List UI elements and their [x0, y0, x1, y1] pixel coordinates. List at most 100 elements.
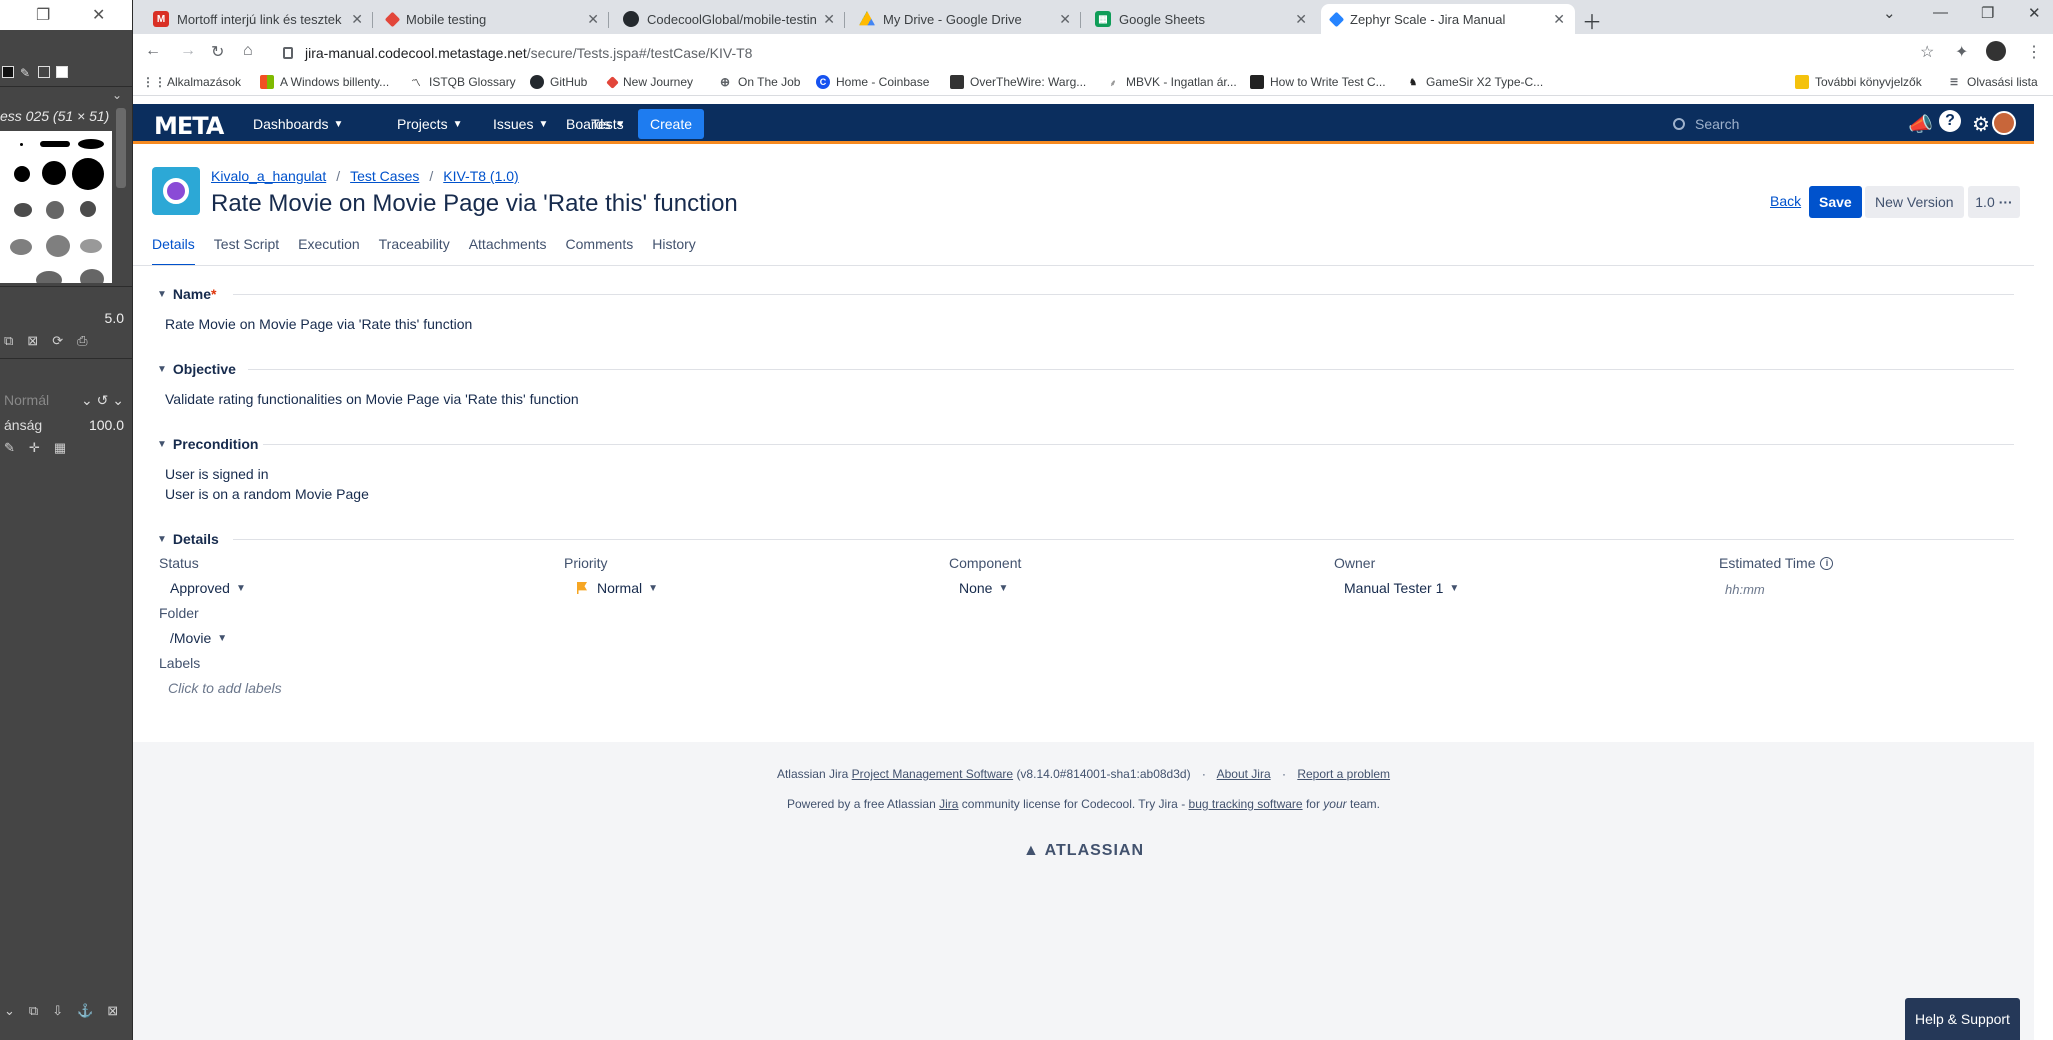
spacing-row[interactable]: 5.0: [0, 308, 128, 328]
owner-select[interactable]: Manual Tester 1 ▼: [1344, 580, 1459, 596]
section-details-toggle[interactable]: ▼ Details: [157, 531, 219, 547]
spacing-value[interactable]: 5.0: [105, 310, 124, 326]
other-bookmarks[interactable]: További könyvjelzők: [1795, 75, 1922, 89]
close-icon[interactable]: ✕: [587, 11, 599, 28]
restore-icon[interactable]: ❐: [1981, 4, 1994, 22]
folder-select[interactable]: /Movie ▼: [170, 630, 227, 646]
lock-icon[interactable]: [283, 47, 293, 59]
back-link[interactable]: Back: [1770, 193, 1801, 209]
precondition-line[interactable]: User is on a random Movie Page: [165, 486, 369, 502]
priority-select[interactable]: Normal ▼: [577, 580, 658, 596]
chevron-down-icon[interactable]: ⌄ ↺ ⌄: [81, 392, 124, 409]
close-icon[interactable]: ✕: [92, 5, 105, 25]
objective-field[interactable]: Validate rating functionalities on Movie…: [165, 391, 579, 407]
lock-alpha-icon[interactable]: ▦: [54, 440, 66, 458]
background-color-swatch[interactable]: [56, 66, 68, 78]
tab-gmail[interactable]: M Mortoff interjú link és tesztek - c ✕: [143, 4, 373, 34]
section-objective-toggle[interactable]: ▼ Objective: [157, 361, 236, 377]
tab-comments[interactable]: Comments: [566, 236, 634, 266]
tab-execution[interactable]: Execution: [298, 236, 359, 266]
lock-pixels-icon[interactable]: ✎: [4, 440, 15, 458]
extensions-icon[interactable]: ✦: [1955, 42, 1968, 62]
merge-icon[interactable]: ⇩: [52, 1003, 63, 1021]
atlassian-logo[interactable]: ▲ ATLASSIAN: [133, 842, 2034, 860]
bookmark-star-icon[interactable]: ☆: [1920, 42, 1934, 62]
breadcrumb-project[interactable]: Kivalo_a_hangulat: [211, 168, 326, 184]
chevron-down-icon[interactable]: ⌄: [112, 88, 122, 102]
jira-link[interactable]: Jira: [939, 797, 958, 811]
bookmark-mbvk[interactable]: ⸙ MBVK - Ingatlan ár...: [1106, 75, 1237, 89]
back-arrow-icon[interactable]: ←: [145, 42, 161, 60]
tab-mobile-testing[interactable]: Mobile testing ✕: [377, 4, 609, 34]
profile-avatar[interactable]: [1986, 41, 2006, 61]
new-version-button[interactable]: New Version: [1865, 186, 1964, 218]
new-tab-button[interactable]: ＋: [1582, 6, 1602, 35]
gear-icon[interactable]: ⚙: [1972, 112, 1990, 137]
reload-icon[interactable]: ↻: [211, 42, 224, 62]
version-menu-button[interactable]: 1.0 ···: [1968, 186, 2020, 218]
lock-position-icon[interactable]: ✛: [29, 440, 40, 458]
window-icon[interactable]: [38, 66, 50, 78]
component-select[interactable]: None ▼: [959, 580, 1008, 596]
labels-input[interactable]: Click to add labels: [168, 680, 282, 696]
breadcrumb-test-cases[interactable]: Test Cases: [350, 168, 419, 184]
reading-list[interactable]: ☰ Olvasási lista: [1947, 75, 2038, 89]
bookmark-github[interactable]: GitHub: [530, 75, 587, 89]
precondition-line[interactable]: User is signed in: [165, 466, 269, 482]
pencil-icon[interactable]: ✎: [20, 66, 32, 80]
save-button[interactable]: Save: [1809, 186, 1862, 218]
bookmark-windows[interactable]: A Windows billenty...: [260, 75, 389, 89]
duplicate-icon[interactable]: ⧉: [29, 1003, 38, 1021]
nav-issues[interactable]: Issues ▼: [493, 104, 548, 144]
report-problem-link[interactable]: Report a problem: [1297, 767, 1390, 781]
mode-row[interactable]: Normál ⌄ ↺ ⌄: [0, 390, 128, 410]
duplicate-icon[interactable]: ⧉: [4, 333, 13, 351]
close-icon[interactable]: ✕: [2028, 4, 2041, 22]
tab-google-drive[interactable]: My Drive - Google Drive ✕: [849, 4, 1081, 34]
tab-attachments[interactable]: Attachments: [469, 236, 547, 266]
export-icon[interactable]: ⎙: [77, 333, 87, 351]
scrollbar[interactable]: [116, 108, 126, 188]
announcement-icon[interactable]: 📣: [1908, 112, 1933, 137]
tab-google-sheets[interactable]: ▦ Google Sheets ✕: [1085, 4, 1317, 34]
create-button[interactable]: Create: [638, 109, 705, 139]
tab-github[interactable]: CodecoolGlobal/mobile-testing- ✕: [613, 4, 845, 34]
brush-grid[interactable]: [0, 131, 112, 283]
url-bar[interactable]: jira-manual.codecool.metastage.net/secur…: [283, 39, 2023, 67]
help-support-button[interactable]: Help & Support: [1905, 998, 2020, 1040]
tab-traceability[interactable]: Traceability: [379, 236, 450, 266]
name-field[interactable]: Rate Movie on Movie Page via 'Rate this'…: [165, 316, 472, 332]
mode-select[interactable]: Normál: [4, 392, 49, 408]
nav-dashboards[interactable]: Dashboards ▼: [253, 104, 343, 144]
bookmark-apps[interactable]: ⋮⋮ Alkalmazások: [142, 75, 241, 89]
help-icon[interactable]: ?: [1939, 110, 1961, 132]
anchor-icon[interactable]: ⚓: [77, 1003, 93, 1021]
tab-zephyr-scale[interactable]: Zephyr Scale - Jira Manual ✕: [1321, 4, 1575, 34]
search-input[interactable]: Search: [1673, 110, 1883, 138]
info-icon[interactable]: i: [1820, 556, 1834, 570]
tab-details[interactable]: Details: [152, 236, 195, 266]
close-icon[interactable]: ✕: [1553, 11, 1565, 28]
minimize-icon[interactable]: —: [1933, 4, 1948, 21]
nav-tests[interactable]: Tests: [591, 104, 624, 144]
bookmark-on-the-job[interactable]: ⊕ On The Job: [718, 75, 801, 89]
bookmark-coinbase[interactable]: C Home - Coinbase: [816, 75, 929, 89]
restore-icon[interactable]: ❐: [36, 5, 50, 25]
project-management-link[interactable]: Project Management Software: [852, 767, 1013, 781]
about-jira-link[interactable]: About Jira: [1217, 767, 1271, 781]
bookmark-overthewire[interactable]: OverTheWire: Warg...: [950, 75, 1086, 89]
opacity-value[interactable]: 100.0: [89, 417, 124, 433]
close-icon[interactable]: ✕: [1059, 11, 1071, 28]
opacity-row[interactable]: ánság 100.0: [0, 415, 128, 435]
delete-icon[interactable]: ⊠: [27, 333, 38, 351]
nav-projects[interactable]: Projects ▼: [397, 104, 462, 144]
tab-search-icon[interactable]: ⌄: [1883, 4, 1896, 22]
estimated-time-input[interactable]: hh:mm: [1725, 582, 1765, 597]
close-icon[interactable]: ✕: [351, 11, 363, 28]
forward-arrow-icon[interactable]: →: [180, 42, 196, 60]
meta-logo[interactable]: META: [154, 112, 224, 140]
bug-tracking-link[interactable]: bug tracking software: [1189, 797, 1303, 811]
menu-kebab-icon[interactable]: ⋮: [2026, 42, 2042, 62]
bookmark-gamesir[interactable]: ♞ GameSir X2 Type-C...: [1406, 75, 1543, 89]
tab-history[interactable]: History: [652, 236, 696, 266]
